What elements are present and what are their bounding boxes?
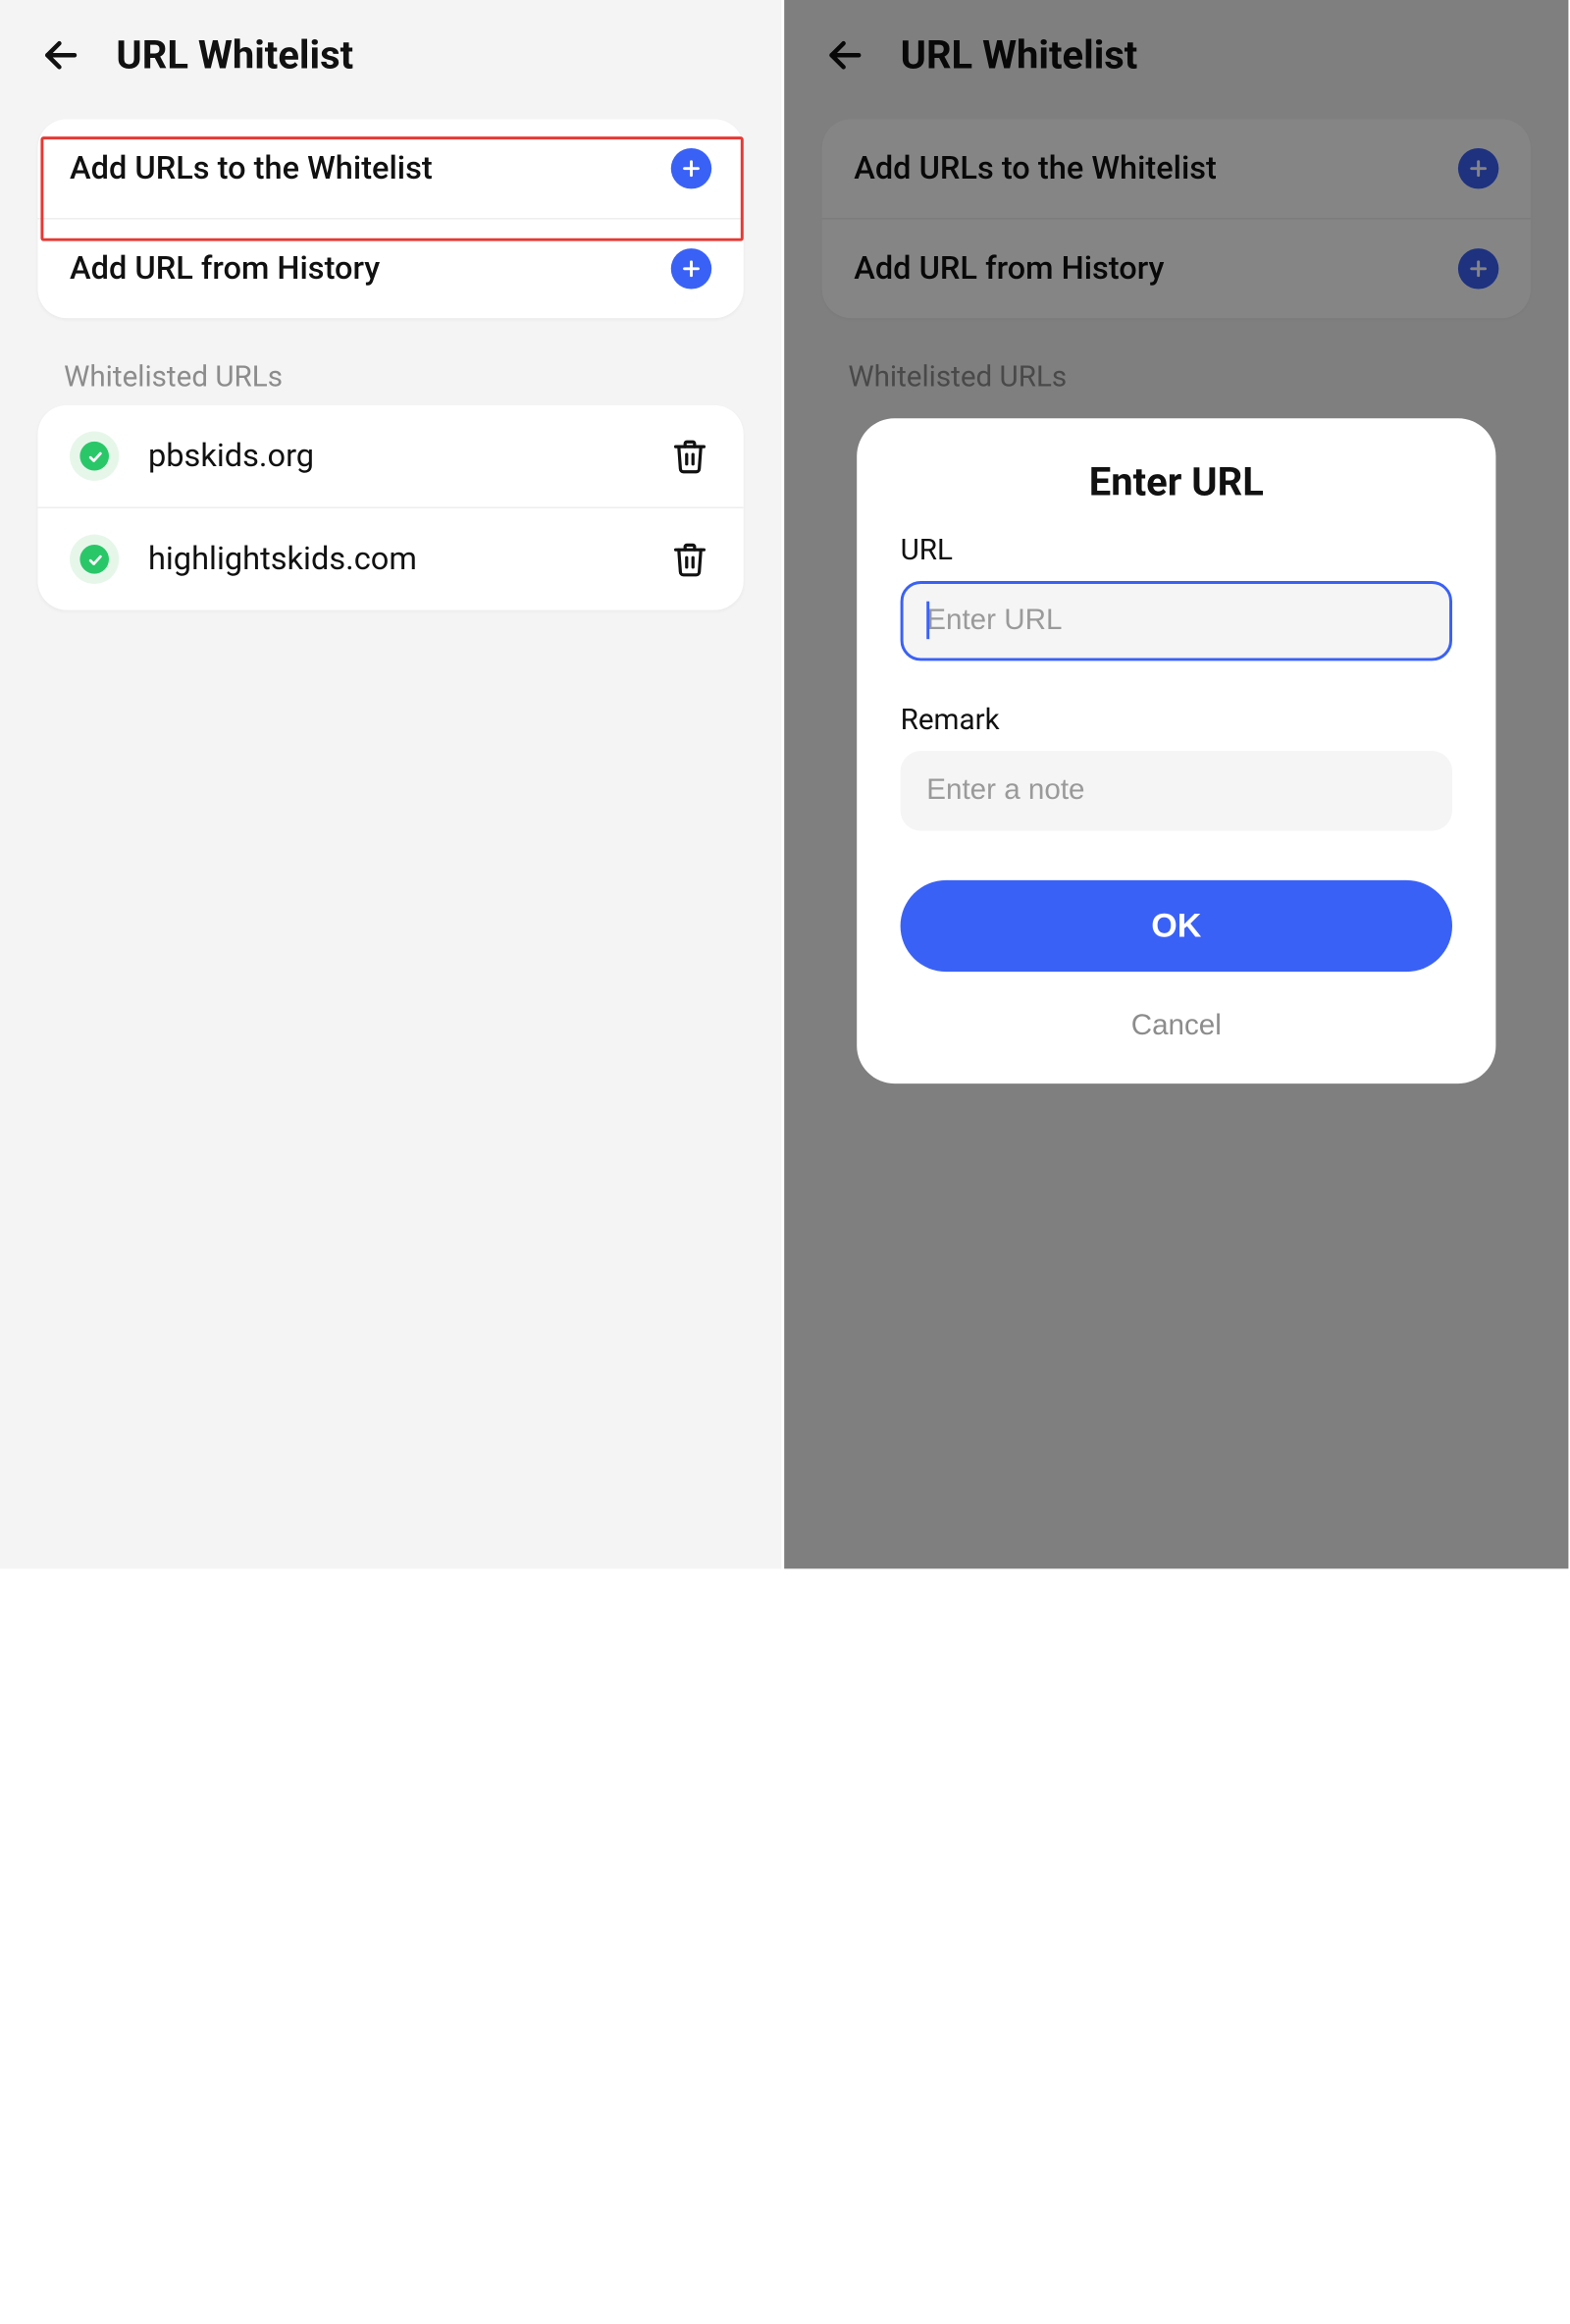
list-item: pbskids.org <box>37 405 743 507</box>
url-field-label: URL <box>901 532 1452 567</box>
enter-url-dialog: Enter URL URL Remark OK Cancel <box>857 418 1495 1083</box>
cancel-button[interactable]: Cancel <box>901 998 1452 1049</box>
list-item: highlightskids.com <box>37 507 743 610</box>
back-button[interactable] <box>35 29 87 81</box>
check-icon <box>70 432 119 481</box>
check-icon <box>70 535 119 584</box>
url-domain: highlightskids.com <box>148 541 639 577</box>
screen-url-whitelist-modal: URL Whitelist Add URLs to the Whitelist … <box>784 0 1568 1568</box>
trash-icon <box>671 437 708 474</box>
row-label: Add URLs to the Whitelist <box>70 150 433 186</box>
whitelisted-section-label: Whitelisted URLs <box>64 359 744 395</box>
trash-icon <box>671 541 708 578</box>
delete-button[interactable] <box>668 435 711 478</box>
whitelisted-urls-list: pbskids.org highlightskids.com <box>37 405 743 610</box>
header: URL Whitelist <box>0 0 781 99</box>
remark-field-label: Remark <box>901 702 1452 737</box>
url-input[interactable] <box>901 581 1452 660</box>
text-caret <box>926 602 929 639</box>
modal-overlay[interactable]: Enter URL URL Remark OK Cancel <box>784 0 1568 1568</box>
add-url-from-history-row[interactable]: Add URL from History <box>37 218 743 318</box>
plus-icon <box>671 148 711 188</box>
page-title: URL Whitelist <box>116 32 353 79</box>
row-label: Add URL from History <box>70 250 380 287</box>
plus-icon <box>671 248 711 289</box>
arrow-left-icon <box>40 35 80 76</box>
add-actions-card: Add URLs to the Whitelist Add URL from H… <box>37 119 743 318</box>
ok-button[interactable]: OK <box>901 880 1452 972</box>
add-url-to-whitelist-row[interactable]: Add URLs to the Whitelist <box>37 119 743 218</box>
delete-button[interactable] <box>668 538 711 581</box>
remark-input[interactable] <box>901 751 1452 830</box>
dialog-title: Enter URL <box>901 459 1452 505</box>
url-domain: pbskids.org <box>148 438 639 474</box>
screen-url-whitelist: URL Whitelist Add URLs to the Whitelist … <box>0 0 784 1568</box>
